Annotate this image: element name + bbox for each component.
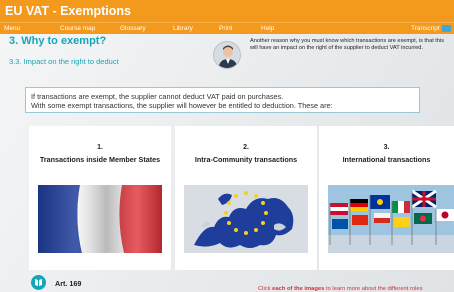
app-title: EU VAT - Exemptions	[5, 4, 131, 18]
instruction-hint: Click each of the images to learn more a…	[258, 286, 423, 292]
french-flag-image[interactable]	[38, 185, 162, 253]
menu-bar: Menu Course map Glossary Library Print H…	[0, 22, 454, 34]
menu-item-help[interactable]: Help	[261, 23, 274, 34]
hint-bold: each of the images	[272, 286, 325, 292]
section-subtitle: 3.3. Impact on the right to deduct	[9, 57, 119, 66]
info-box: If transactions are exempt, the supplier…	[25, 87, 420, 113]
card-number: 2.	[243, 144, 249, 151]
hint-post: to learn more about the different roles	[324, 286, 423, 292]
menu-item-course-map[interactable]: Course map	[60, 23, 95, 34]
card-title: International transactions	[342, 155, 431, 164]
menu-item-print[interactable]: Print	[219, 23, 232, 34]
app-title-bar: EU VAT - Exemptions	[0, 0, 454, 22]
article-reference[interactable]: Art. 169	[55, 279, 81, 288]
card-international[interactable]: 3. International transactions	[319, 126, 454, 270]
card-number: 1.	[97, 144, 103, 151]
eu-map-image[interactable]	[184, 185, 308, 253]
card-intra-community[interactable]: 2. Intra-Community transactions	[175, 126, 317, 270]
hint-pre: Click	[258, 286, 273, 292]
world-flags-image[interactable]	[328, 185, 454, 253]
menu-item-library[interactable]: Library	[173, 23, 193, 34]
menu-item-glossary[interactable]: Glossary	[120, 23, 146, 34]
info-line-2: With some exempt transactions, the suppl…	[31, 101, 333, 110]
menu-item-menu[interactable]: Menu	[4, 23, 20, 34]
narrator-avatar	[213, 41, 241, 69]
info-line-1: If transactions are exempt, the supplier…	[31, 92, 284, 101]
card-member-states[interactable]: 1. Transactions inside Member States	[29, 126, 171, 270]
book-icon[interactable]	[31, 275, 46, 290]
card-number: 3.	[383, 144, 390, 151]
transcript-button[interactable]: Transcript	[411, 23, 440, 34]
card-title: Transactions inside Member States	[39, 155, 161, 164]
section-title: 3. Why to exempt?	[9, 35, 107, 47]
transcript-icon[interactable]	[442, 25, 451, 32]
narrator-text: Another reason why you must know which t…	[250, 38, 445, 52]
card-title: Intra-Community transactions	[194, 155, 298, 164]
